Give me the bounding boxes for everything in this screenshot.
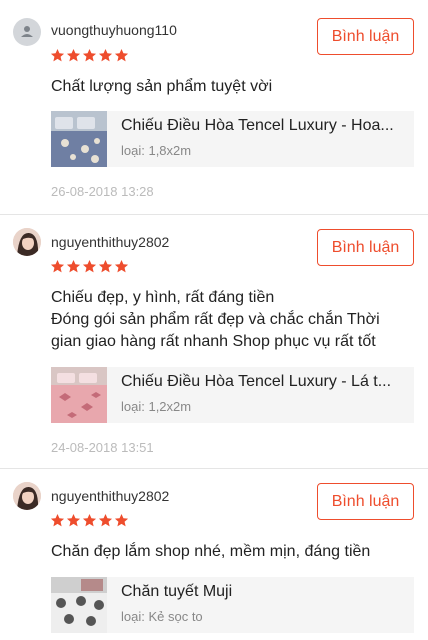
comment-line: Chăn đẹp lắm shop nhé, mềm mịn, đáng tiề… — [51, 543, 371, 560]
star-icon — [114, 513, 129, 527]
product-variant: loại: 1,2x2m — [121, 399, 192, 414]
star-icon — [98, 48, 113, 62]
star-icon — [82, 48, 97, 62]
product-thumbnail — [51, 577, 107, 633]
reviewer-username: vuongthuyhuong110 — [51, 22, 177, 38]
review-timestamp: 24-08-2018 13:51 — [51, 440, 154, 455]
product-variant: loại: Kẻ sọc to — [121, 609, 203, 624]
star-icon — [98, 259, 113, 273]
star-icon — [50, 48, 65, 62]
comment-button[interactable]: Bình luận — [317, 229, 414, 266]
review-item: nguyenthithuy2802 Bình luận Chiếu đẹp, y… — [0, 215, 428, 468]
review-comment: Chiếu đẹp, y hình, rất đáng tiền Đóng gó… — [51, 287, 421, 353]
product-name: Chăn tuyết Muji — [121, 583, 233, 600]
rating-stars — [50, 513, 129, 528]
product-card[interactable]: Chăn tuyết Muji loại: Kẻ sọc to — [51, 577, 414, 633]
star-icon — [66, 513, 81, 527]
star-icon — [66, 259, 81, 273]
reviewer-username: nguyenthithuy2802 — [51, 234, 170, 250]
star-icon — [50, 259, 65, 273]
product-thumbnail — [51, 367, 107, 423]
comment-button[interactable]: Bình luận — [317, 18, 414, 55]
product-thumbnail — [51, 111, 107, 167]
star-icon — [98, 513, 113, 527]
rating-stars — [50, 259, 129, 274]
product-card[interactable]: Chiếu Điều Hòa Tencel Luxury - Hoa... lo… — [51, 111, 414, 167]
product-name: Chiếu Điều Hòa Tencel Luxury - Hoa... — [121, 117, 394, 134]
star-icon — [66, 48, 81, 62]
product-variant: loại: 1,8x2m — [121, 143, 192, 158]
star-icon — [114, 48, 129, 62]
star-icon — [114, 259, 129, 273]
comment-line: gian giao hàng rất nhanh Shop phục vụ rấ… — [51, 333, 376, 350]
user-photo-avatar — [13, 228, 41, 256]
user-photo-avatar — [13, 482, 41, 510]
review-comment: Chăn đẹp lắm shop nhé, mềm mịn, đáng tiề… — [51, 541, 421, 563]
review-item: nguyenthithuy2802 Bình luận Chăn đẹp lắm… — [0, 469, 428, 640]
review-timestamp: 26-08-2018 13:28 — [51, 184, 154, 199]
reviewer-username: nguyenthithuy2802 — [51, 488, 170, 504]
review-item: vuongthuyhuong110 Bình luận Chất lượng s… — [0, 0, 428, 214]
star-icon — [82, 513, 97, 527]
comment-line: Chiếu đẹp, y hình, rất đáng tiền — [51, 289, 275, 306]
default-user-icon — [13, 18, 41, 46]
rating-stars — [50, 48, 129, 63]
product-card[interactable]: Chiếu Điều Hòa Tencel Luxury - Lá t... l… — [51, 367, 414, 423]
review-comment: Chất lượng sản phẩm tuyệt vời — [51, 76, 421, 98]
comment-line: Chất lượng sản phẩm tuyệt vời — [51, 78, 273, 95]
star-icon — [82, 259, 97, 273]
star-icon — [50, 513, 65, 527]
product-name: Chiếu Điều Hòa Tencel Luxury - Lá t... — [121, 373, 392, 390]
comment-button[interactable]: Bình luận — [317, 483, 414, 520]
comment-line: Đóng gói sản phẩm rất đẹp và chắc chắn T… — [51, 311, 380, 328]
